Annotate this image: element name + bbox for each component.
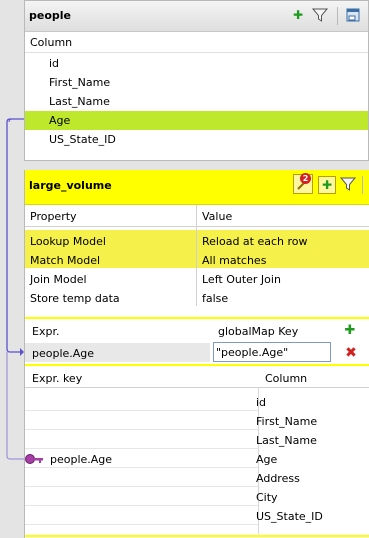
filter-icon[interactable] — [312, 7, 328, 23]
lookup-column[interactable]: US_State_ID — [256, 510, 323, 523]
section-divider — [25, 535, 369, 537]
column-header-label: Column — [265, 372, 308, 385]
row-line — [25, 429, 258, 430]
lookup-column[interactable]: Address — [256, 472, 300, 485]
property-row-join-model[interactable]: Join Model Left Outer Join — [25, 268, 369, 287]
column-name: Last_Name — [49, 95, 110, 108]
column-name: First_Name — [49, 76, 111, 89]
lookup-column[interactable]: Age — [256, 453, 277, 466]
properties-header: Property Value — [25, 205, 369, 227]
settings-icon[interactable]: 2 — [293, 173, 313, 194]
toolbar-separator — [362, 176, 363, 194]
row-line — [25, 467, 258, 468]
expr-key-header: Expr. key Column — [25, 367, 369, 388]
lookup-column[interactable]: Last_Name — [256, 434, 317, 447]
lookup-table-panel: large_volume 2 ✚ Property Value Lookup M… — [24, 170, 369, 538]
row-line — [25, 410, 258, 411]
lookup-column[interactable]: id — [256, 396, 266, 409]
expr-key-header-label: Expr. key — [32, 372, 83, 385]
column-name: Age — [49, 114, 71, 127]
row-line — [25, 486, 258, 487]
property-name: Store temp data — [30, 292, 120, 305]
row-line — [25, 448, 258, 449]
column-divider — [196, 205, 197, 306]
column-row-selected[interactable]: Age — [25, 111, 368, 130]
property-name: Lookup Model — [30, 235, 106, 248]
expr-key-value[interactable]: people.Age — [50, 453, 112, 466]
people-table-panel: people ✚ Column id First_Name Last_Name … — [24, 0, 369, 161]
property-value[interactable]: Reload at each row — [202, 235, 308, 248]
property-value[interactable]: false — [202, 292, 228, 305]
property-row-lookup-model[interactable]: Lookup Model Reload at each row — [25, 230, 369, 249]
key-icon — [25, 452, 45, 466]
minimize-icon[interactable] — [345, 7, 361, 23]
expr-value: people.Age — [32, 347, 95, 360]
row-line — [25, 505, 258, 506]
add-column-icon[interactable]: ✚ — [290, 7, 306, 23]
row-line — [25, 524, 258, 525]
add-column-icon[interactable]: ✚ — [318, 176, 336, 194]
globalmap-key-header: globalMap Key — [218, 325, 299, 338]
lookup-column[interactable]: City — [256, 491, 278, 504]
toolbar-separator — [337, 7, 338, 25]
filter-icon[interactable] — [340, 176, 356, 192]
section-divider — [25, 364, 369, 366]
globalmap-key-input[interactable]: "people.Age" — [213, 342, 331, 362]
globalmap-key-value: "people.Age" — [216, 346, 289, 359]
column-header: Column — [25, 32, 368, 53]
expr-header-label: Expr. — [32, 325, 60, 338]
property-row-store-temp[interactable]: Store temp data false — [25, 287, 369, 306]
warning-badge: 2 — [300, 173, 311, 184]
delete-icon[interactable]: ✖ — [343, 345, 359, 361]
property-row-match-model[interactable]: Match Model All matches — [25, 249, 369, 268]
column-row[interactable]: First_Name — [25, 73, 368, 92]
property-name: Match Model — [30, 254, 101, 267]
expr-cell[interactable]: people.Age — [25, 343, 210, 362]
column-name: id — [49, 57, 60, 70]
lookup-column[interactable]: First_Name — [256, 415, 317, 428]
section-divider — [25, 317, 369, 319]
add-expression-icon[interactable]: ✚ — [342, 322, 358, 338]
property-value[interactable]: Left Outer Join — [202, 273, 281, 286]
value-header: Value — [202, 210, 233, 223]
property-value[interactable]: All matches — [202, 254, 266, 267]
column-row[interactable]: id — [25, 54, 368, 73]
column-row[interactable]: US_State_ID — [25, 130, 368, 149]
column-row[interactable]: Last_Name — [25, 92, 368, 111]
column-name: US_State_ID — [49, 133, 116, 146]
property-header: Property — [30, 210, 77, 223]
property-name: Join Model — [30, 273, 87, 286]
expr-header: Expr. globalMap Key — [25, 320, 369, 342]
